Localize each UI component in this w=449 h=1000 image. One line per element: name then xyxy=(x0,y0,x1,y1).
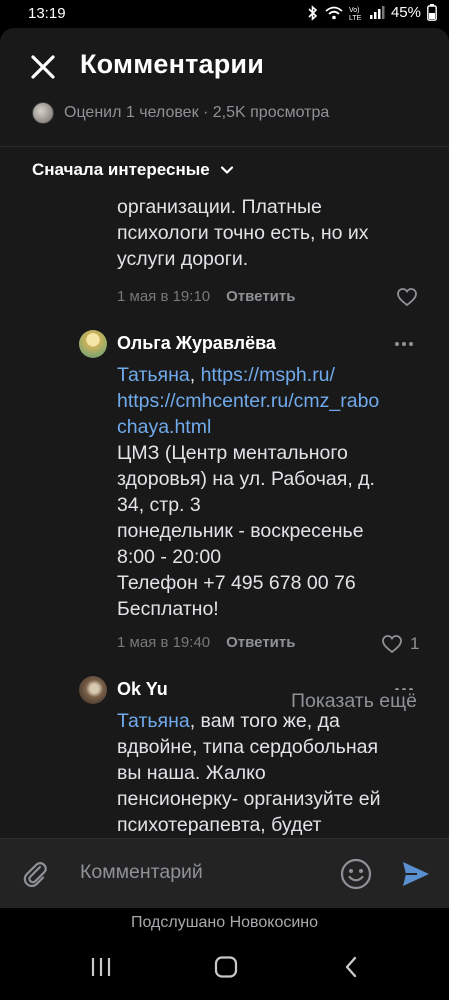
divider xyxy=(0,146,449,147)
comment-body: Татьяна, https://msph.ru/ https://cmhcen… xyxy=(117,364,380,620)
home-icon[interactable] xyxy=(214,956,238,978)
comment-author[interactable]: Ok Yu xyxy=(117,679,168,700)
mention-link[interactable]: Татьяна xyxy=(117,710,190,732)
comment-text: организации. Платные психологи точно ест… xyxy=(117,196,369,270)
status-icons: Vo) LTE 45% xyxy=(307,4,437,21)
comments-sheet: Комментарии Оценил 1 человек · 2,5K прос… xyxy=(0,28,449,908)
chevron-down-icon xyxy=(220,166,233,174)
battery-icon xyxy=(427,4,437,21)
comments-list[interactable]: организации. Платные психологи точно ест… xyxy=(0,178,449,838)
like-count: 1 xyxy=(410,634,420,653)
show-more-button[interactable]: Показать ещё xyxy=(262,690,417,713)
system-navbar xyxy=(0,940,449,1000)
avatar[interactable] xyxy=(79,676,107,704)
reply-button[interactable]: Ответить xyxy=(226,634,295,651)
comment-input[interactable] xyxy=(80,861,320,884)
url-link[interactable]: https://cmhcenter.ru/cmz_rabo chaya.html xyxy=(117,390,379,438)
send-icon[interactable] xyxy=(401,860,431,888)
heart-icon xyxy=(382,635,402,653)
battery-percent: 45% xyxy=(390,4,421,21)
wifi-icon xyxy=(325,6,343,19)
comment-text: ЦМЗ (Центр ментального здоровья) на ул. … xyxy=(117,442,375,620)
avatar xyxy=(32,102,54,124)
page-title: Комментарии xyxy=(80,49,265,79)
bluetooth-icon xyxy=(308,4,318,21)
back-icon[interactable] xyxy=(343,956,359,978)
more-icon[interactable] xyxy=(395,342,413,346)
comment-author[interactable]: Ольга Журавлёва xyxy=(117,333,276,354)
comment-composer xyxy=(0,838,449,908)
avatar[interactable] xyxy=(79,330,107,358)
comment-body: Татьяна, вам того же, да вдвойне, типа с… xyxy=(117,708,417,838)
status-bar: 13:19 Vo) LTE 45% xyxy=(0,0,449,28)
comment-date: 1 мая в 19:40 xyxy=(117,634,211,651)
svg-text:LTE: LTE xyxy=(349,15,362,21)
mention-link[interactable]: Татьяна xyxy=(117,364,190,386)
comment-date: 1 мая в 19:10 xyxy=(117,288,211,305)
sort-label: Сначала интересные xyxy=(32,160,210,179)
close-icon[interactable] xyxy=(28,52,58,82)
sort-dropdown[interactable]: Сначала интересные xyxy=(32,160,244,180)
recent-apps-icon[interactable] xyxy=(90,956,112,978)
post-stats-text: Оценил 1 человек · 2,5K просмотра xyxy=(64,104,330,121)
comment-meta: 1 мая в 19:10 Ответить xyxy=(117,288,295,305)
smile-icon[interactable] xyxy=(340,858,372,890)
community-name: Подслушано Новокосино xyxy=(130,914,319,931)
url-link[interactable]: https://msph.ru/ xyxy=(201,364,335,386)
signal-icon xyxy=(369,5,385,19)
status-time: 13:19 xyxy=(28,5,66,22)
like-button[interactable] xyxy=(397,288,417,306)
reply-button[interactable]: Ответить xyxy=(226,288,295,305)
comment-item: Ольга Журавлёва Татьяна, https://msph.ru… xyxy=(79,330,419,660)
like-button[interactable]: 1 xyxy=(382,634,419,654)
paperclip-icon[interactable] xyxy=(20,859,50,889)
header: Комментарии Оценил 1 человек · 2,5K прос… xyxy=(0,28,449,138)
svg-text:Vo): Vo) xyxy=(349,7,360,14)
heart-icon xyxy=(397,288,417,306)
post-stats: Оценил 1 человек · 2,5K просмотра xyxy=(32,102,329,124)
comment-meta: 1 мая в 19:40 Ответить xyxy=(117,634,295,651)
volte-icon: Vo)LTE xyxy=(349,7,362,21)
